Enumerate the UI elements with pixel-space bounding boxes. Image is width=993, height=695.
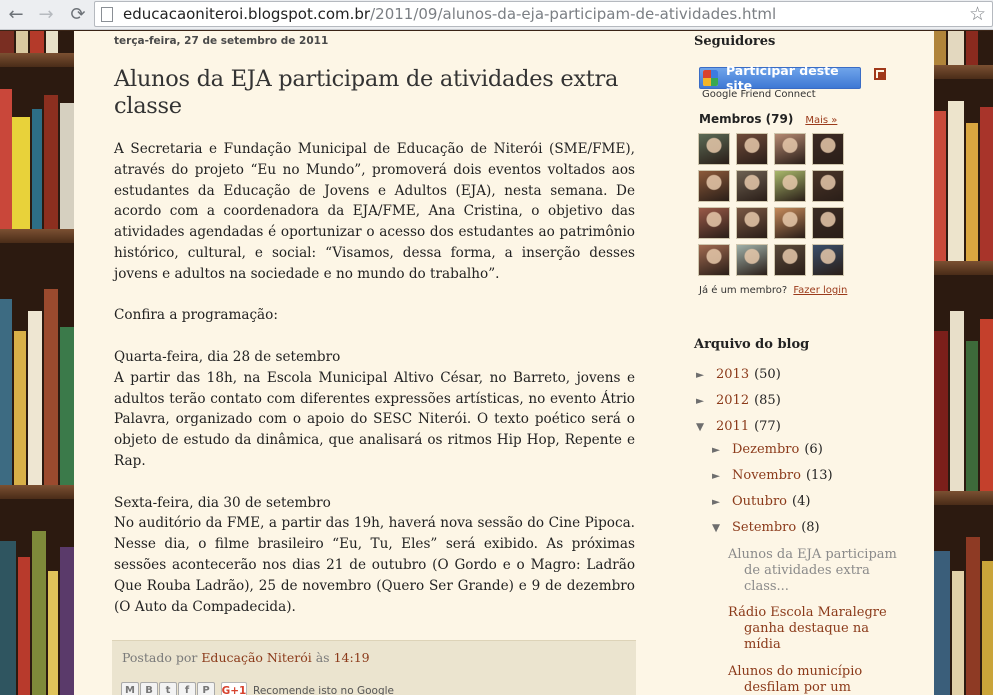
google-friend-connect-label: Google Friend Connect [702, 89, 816, 100]
share-buttons: M B t f P G+1 Recomende isto no Google [121, 682, 394, 695]
page-icon [101, 6, 113, 22]
collapsed-triangle-icon[interactable]: ► [712, 496, 732, 508]
blog-post: terça-feira, 27 de setembro de 2011 Alun… [114, 31, 635, 638]
archive-month-dezembro[interactable]: ► Dezembro (6) [712, 442, 823, 457]
reload-icon[interactable]: ⟳ [66, 3, 90, 27]
archive-year-count: (85) [754, 393, 781, 408]
post-paragraph-intro: A Secretaria e Fundação Municipal de Edu… [114, 141, 635, 282]
archive-year-link[interactable]: 2011 [716, 419, 749, 434]
archive-month-link[interactable]: Outubro [732, 494, 787, 509]
archive-post-link[interactable]: Alunos do município desfilam por um [728, 664, 898, 695]
post-event-text-2: No auditório da FME, a partir das 19h, h… [114, 515, 635, 615]
member-avatar[interactable] [774, 170, 806, 202]
collapsed-triangle-icon[interactable]: ► [696, 369, 716, 381]
login-link[interactable]: Fazer login [793, 285, 847, 296]
collapsed-triangle-icon[interactable]: ► [712, 470, 732, 482]
member-avatar[interactable] [812, 170, 844, 202]
member-avatar[interactable] [774, 133, 806, 165]
members-header: Membros (79) Mais » [699, 112, 837, 126]
archive-year-count: (77) [754, 419, 781, 434]
blog-page: terça-feira, 27 de setembro de 2011 Alun… [74, 31, 934, 695]
member-question: Já é um membro? [699, 285, 788, 296]
archive-month-count: (8) [801, 520, 820, 535]
address-bar[interactable]: educacaoniteroi.blogspot.com.br/2011/09/… [94, 1, 993, 27]
post-time-link[interactable]: 14:19 [334, 650, 370, 665]
bookshelf-background-right [934, 31, 993, 695]
members-count: Membros (79) [699, 112, 794, 126]
post-date: terça-feira, 27 de setembro de 2011 [114, 35, 329, 47]
expanded-triangle-icon[interactable]: ▼ [696, 421, 716, 433]
members-more-link[interactable]: Mais » [805, 115, 837, 126]
archive-year-link[interactable]: 2013 [716, 367, 749, 382]
archive-month-setembro[interactable]: ▼ Setembro (8) [712, 520, 820, 535]
followers-title: Seguidores [694, 34, 776, 49]
archive-month-link[interactable]: Dezembro [732, 442, 799, 457]
archive-title: Arquivo do blog [694, 337, 810, 352]
twitter-icon[interactable]: t [159, 682, 177, 695]
bookmark-star-icon[interactable]: ☆ [969, 3, 986, 25]
member-avatar[interactable] [736, 170, 768, 202]
archive-month-novembro[interactable]: ► Novembro (13) [712, 468, 833, 483]
collapsed-triangle-icon[interactable]: ► [696, 395, 716, 407]
member-avatar[interactable] [698, 207, 730, 239]
archive-month-count: (6) [804, 442, 823, 457]
member-avatar[interactable] [736, 244, 768, 276]
member-avatar[interactable] [698, 244, 730, 276]
url-host: educacaoniteroi.blogspot.com.br [123, 5, 371, 23]
archive-year-2012[interactable]: ► 2012 (85) [696, 393, 781, 408]
url-path: /2011/09/alunos-da-eja-participam-de-ati… [370, 5, 777, 23]
member-avatar-grid [698, 133, 848, 276]
popout-icon[interactable] [874, 68, 886, 80]
pinterest-icon[interactable]: P [197, 682, 215, 695]
member-avatar[interactable] [736, 133, 768, 165]
blog-this-icon[interactable]: B [140, 682, 158, 695]
at-label: às [315, 650, 330, 665]
archive-month-link[interactable]: Setembro [732, 520, 796, 535]
post-event-text-1: A partir das 18h, na Escola Municipal Al… [114, 369, 635, 469]
post-event-heading-1: Quarta-feira, dia 28 de setembro [114, 348, 341, 365]
email-icon[interactable]: M [121, 682, 139, 695]
join-site-button[interactable]: Participar deste site [699, 63, 861, 93]
member-avatar[interactable] [774, 207, 806, 239]
forward-arrow-icon[interactable]: → [34, 3, 58, 27]
post-body: A Secretaria e Fundação Municipal de Edu… [114, 139, 635, 617]
collapsed-triangle-icon[interactable]: ► [712, 444, 732, 456]
google-logo-icon [703, 70, 718, 86]
post-title: Alunos da EJA participam de atividades e… [114, 66, 619, 119]
member-avatar[interactable] [698, 170, 730, 202]
member-avatar[interactable] [812, 207, 844, 239]
recommend-label: Recomende isto no Google [253, 684, 394, 695]
member-avatar[interactable] [698, 133, 730, 165]
archive-month-outubro[interactable]: ► Outubro (4) [712, 494, 810, 509]
archive-post-link[interactable]: Rádio Escola Maralegre ganha destaque na… [728, 605, 898, 653]
post-footer: Postado por Educação Niterói às 14:19 M … [112, 640, 636, 695]
browser-toolbar: ← → ⟳ educacaoniteroi.blogspot.com.br/20… [0, 0, 993, 30]
post-byline: Postado por Educação Niterói às 14:19 [122, 650, 370, 665]
expanded-triangle-icon[interactable]: ▼ [712, 522, 732, 534]
post-paragraph-programacao: Confira a programação: [114, 307, 278, 324]
archive-year-link[interactable]: 2012 [716, 393, 749, 408]
archive-year-2013[interactable]: ► 2013 (50) [696, 367, 781, 382]
facebook-icon[interactable]: f [178, 682, 196, 695]
back-arrow-icon[interactable]: ← [4, 3, 28, 27]
archive-month-link[interactable]: Novembro [732, 468, 801, 483]
member-avatar[interactable] [774, 244, 806, 276]
archive-month-count: (13) [805, 468, 833, 483]
member-avatar[interactable] [812, 244, 844, 276]
member-avatar[interactable] [736, 207, 768, 239]
archive-post-current: Alunos da EJA participam de atividades e… [728, 547, 897, 594]
google-plus-one-button[interactable]: G+1 [221, 682, 247, 695]
member-login-prompt: Já é um membro? Fazer login [699, 285, 847, 296]
archive-month-count: (4) [792, 494, 811, 509]
member-avatar[interactable] [812, 133, 844, 165]
archive-year-2011[interactable]: ▼ 2011 (77) [696, 419, 781, 434]
bookshelf-background-left [0, 31, 74, 695]
archive-year-count: (50) [754, 367, 781, 382]
posted-by-label: Postado por [122, 650, 198, 665]
author-link[interactable]: Educação Niterói [201, 650, 311, 665]
post-event-heading-2: Sexta-feira, dia 30 de setembro [114, 494, 331, 511]
